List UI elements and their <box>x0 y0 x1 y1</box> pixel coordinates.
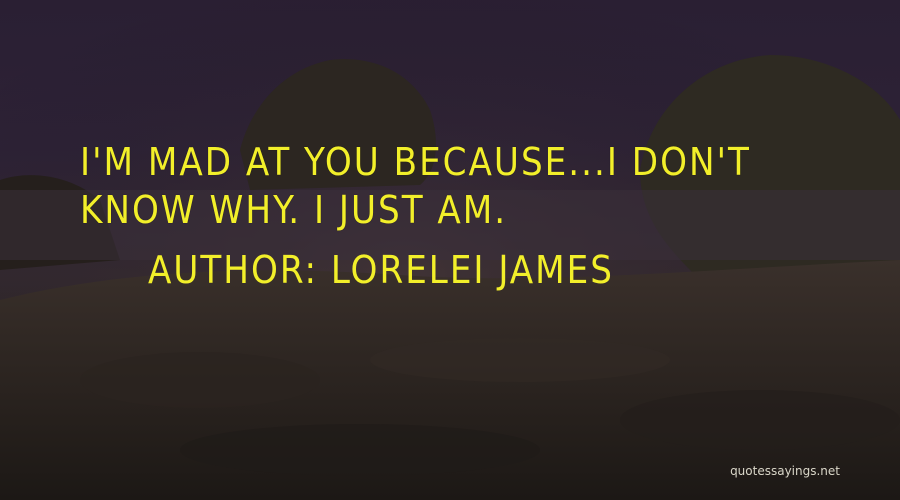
site-watermark: quotessayings.net <box>730 464 840 478</box>
quote-image: I'm mad at you because...I don't know wh… <box>0 0 900 500</box>
quote-author: Author: Lorelei James <box>148 248 614 292</box>
quote-text: I'm mad at you because...I don't know wh… <box>80 140 751 232</box>
